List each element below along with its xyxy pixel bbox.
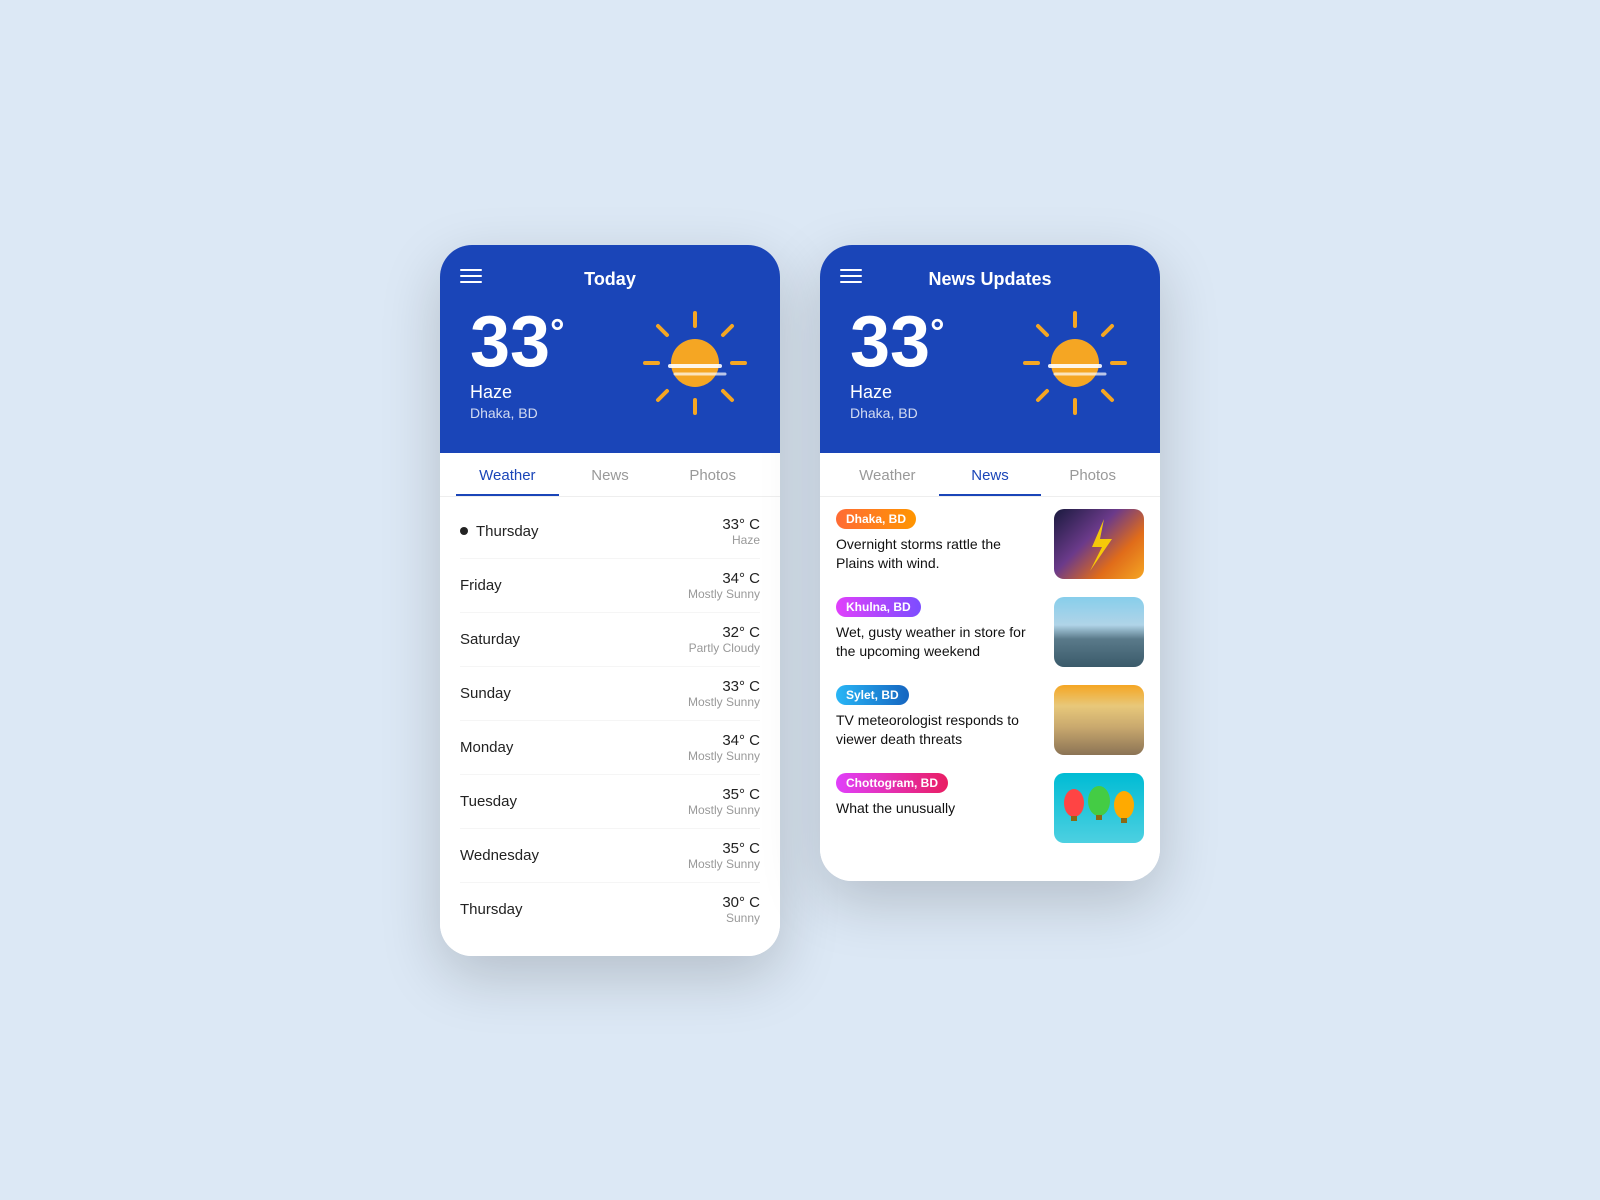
phone-weather: Today 33° Haze Dhaka, BD bbox=[440, 245, 780, 956]
tab-bar: Weather News Photos bbox=[820, 453, 1160, 497]
tab-photos[interactable]: Photos bbox=[1041, 453, 1144, 496]
balloon-icon bbox=[1054, 773, 1144, 843]
news-image bbox=[1054, 773, 1144, 843]
table-row: Saturday 32° CPartly Cloudy bbox=[460, 613, 760, 667]
weather-header: Today 33° Haze Dhaka, BD bbox=[440, 245, 780, 453]
news-title: What the unusually bbox=[836, 799, 1042, 819]
tab-bar: Weather News Photos bbox=[440, 453, 780, 497]
news-image bbox=[1054, 509, 1144, 579]
table-row: Friday 34° CMostly Sunny bbox=[460, 559, 760, 613]
table-row: Wednesday 35° CMostly Sunny bbox=[460, 829, 760, 883]
phone-news: News Updates 33° Haze Dhaka, BD bbox=[820, 245, 1160, 881]
tab-news[interactable]: News bbox=[939, 453, 1042, 496]
news-image bbox=[1054, 685, 1144, 755]
news-badge: Khulna, BD bbox=[836, 597, 921, 617]
news-title: Wet, gusty weather in store for the upco… bbox=[836, 623, 1042, 662]
fog-image bbox=[1054, 685, 1144, 755]
news-content: Khulna, BD Wet, gusty weather in store f… bbox=[836, 597, 1042, 662]
weather-location: Dhaka, BD bbox=[470, 405, 565, 421]
app-container: Today 33° Haze Dhaka, BD bbox=[440, 245, 1160, 956]
table-row: Monday 34° CMostly Sunny bbox=[460, 721, 760, 775]
news-content: Chottogram, BD What the unusually bbox=[836, 773, 1042, 819]
menu-icon[interactable] bbox=[460, 269, 482, 283]
news-title: TV meteorologist responds to viewer deat… bbox=[836, 711, 1042, 750]
menu-icon[interactable] bbox=[840, 269, 862, 283]
header-top: Today bbox=[460, 269, 760, 290]
tab-weather[interactable]: Weather bbox=[836, 453, 939, 496]
table-row: Thursday 30° CSunny bbox=[460, 883, 760, 936]
tab-weather[interactable]: Weather bbox=[456, 453, 559, 496]
news-content: Dhaka, BD Overnight storms rattle the Pl… bbox=[836, 509, 1042, 574]
news-title: Overnight storms rattle the Plains with … bbox=[836, 535, 1042, 574]
weather-info: 33° Haze Dhaka, BD bbox=[840, 306, 1140, 421]
list-item[interactable]: Dhaka, BD Overnight storms rattle the Pl… bbox=[836, 509, 1144, 579]
balloon-image bbox=[1054, 773, 1144, 843]
news-header: News Updates 33° Haze Dhaka, BD bbox=[820, 245, 1160, 453]
tab-news[interactable]: News bbox=[559, 453, 662, 496]
temp-block: 33° Haze Dhaka, BD bbox=[850, 306, 945, 421]
temperature: 33° bbox=[850, 306, 945, 378]
news-content: Sylet, BD TV meteorologist responds to v… bbox=[836, 685, 1042, 750]
weather-info: 33° Haze Dhaka, BD bbox=[460, 306, 760, 421]
list-item[interactable]: Sylet, BD TV meteorologist responds to v… bbox=[836, 685, 1144, 755]
sun-icon bbox=[1020, 308, 1130, 418]
news-badge: Chottogram, BD bbox=[836, 773, 948, 793]
news-badge: Sylet, BD bbox=[836, 685, 909, 705]
table-row: Tuesday 35° CMostly Sunny bbox=[460, 775, 760, 829]
page-title: News Updates bbox=[928, 269, 1051, 290]
news-list: Dhaka, BD Overnight storms rattle the Pl… bbox=[820, 497, 1160, 881]
sun-icon bbox=[640, 308, 750, 418]
weather-condition: Haze bbox=[470, 382, 565, 403]
page-title: Today bbox=[584, 269, 636, 290]
temperature: 33° bbox=[470, 306, 565, 378]
table-row: Thursday 33° CHaze bbox=[460, 505, 760, 559]
storm-image bbox=[1054, 509, 1144, 579]
weather-location: Dhaka, BD bbox=[850, 405, 945, 421]
tab-photos[interactable]: Photos bbox=[661, 453, 764, 496]
list-item[interactable]: Khulna, BD Wet, gusty weather in store f… bbox=[836, 597, 1144, 667]
weather-condition: Haze bbox=[850, 382, 945, 403]
table-row: Sunday 33° CMostly Sunny bbox=[460, 667, 760, 721]
forecast-list: Thursday 33° CHaze Friday 34° CMostly Su… bbox=[440, 497, 780, 956]
temp-block: 33° Haze Dhaka, BD bbox=[470, 306, 565, 421]
list-item[interactable]: Chottogram, BD What the unusually bbox=[836, 773, 1144, 843]
lightning-icon bbox=[1054, 509, 1144, 579]
news-badge: Dhaka, BD bbox=[836, 509, 916, 529]
news-image bbox=[1054, 597, 1144, 667]
active-dot bbox=[460, 527, 468, 535]
header-top: News Updates bbox=[840, 269, 1140, 290]
mountain-image bbox=[1054, 597, 1144, 667]
